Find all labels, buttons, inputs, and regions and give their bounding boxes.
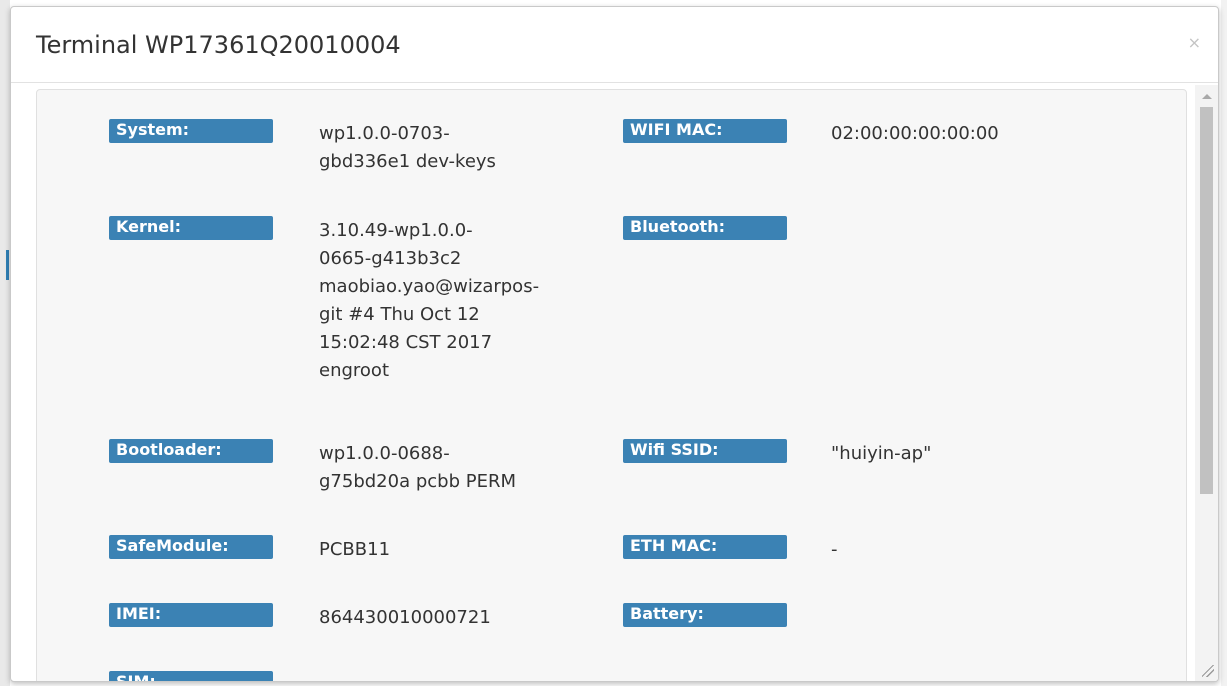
wifi-ssid-value: "huiyin-ap" (831, 443, 932, 464)
imei-label: IMEI: (109, 603, 273, 627)
kernel-value: 3.10.49-wp1.0.0- 0665-g413b3c2 maobiao.y… (319, 220, 540, 381)
terminal-details-modal: Terminal WP17361Q20010004 × System: wp1.… (10, 6, 1219, 682)
eth-mac-value: - (831, 539, 838, 560)
sim-label: SIM: (109, 671, 273, 681)
background-page-edge-right (1221, 0, 1227, 686)
safemodule-label: SafeModule: (109, 535, 273, 559)
bootloader-value: wp1.0.0-0688- g75bd20a pcbb PERM (319, 443, 516, 492)
battery-label: Battery: (623, 603, 787, 627)
resize-grip-icon[interactable] (1202, 665, 1214, 677)
modal-header: Terminal WP17361Q20010004 × (11, 7, 1218, 83)
system-value: wp1.0.0-0703- gbd336e1 dev-keys (319, 123, 496, 172)
modal-title: Terminal WP17361Q20010004 (36, 31, 401, 59)
wifi-mac-value: 02:00:00:00:00:00 (831, 123, 999, 144)
background-accent-mark (6, 250, 9, 280)
system-label: System: (109, 119, 273, 143)
eth-mac-label: ETH MAC: (623, 535, 787, 559)
bluetooth-label: Bluetooth: (623, 216, 787, 240)
safemodule-value: PCBB11 (319, 539, 391, 560)
wifi-ssid-label: Wifi SSID: (623, 439, 787, 463)
imei-value: 864430010000721 (319, 607, 491, 628)
scrollbar-thumb[interactable] (1200, 107, 1213, 494)
wifi-mac-label: WIFI MAC: (623, 119, 787, 143)
vertical-scrollbar[interactable] (1195, 85, 1218, 681)
bootloader-label: Bootloader: (109, 439, 273, 463)
background-page-edge (0, 0, 10, 686)
kernel-label: Kernel: (109, 216, 273, 240)
modal-body: System: wp1.0.0-0703- gbd336e1 dev-keys … (36, 89, 1187, 681)
scroll-up-icon[interactable] (1195, 85, 1218, 107)
close-icon[interactable]: × (1188, 35, 1201, 51)
